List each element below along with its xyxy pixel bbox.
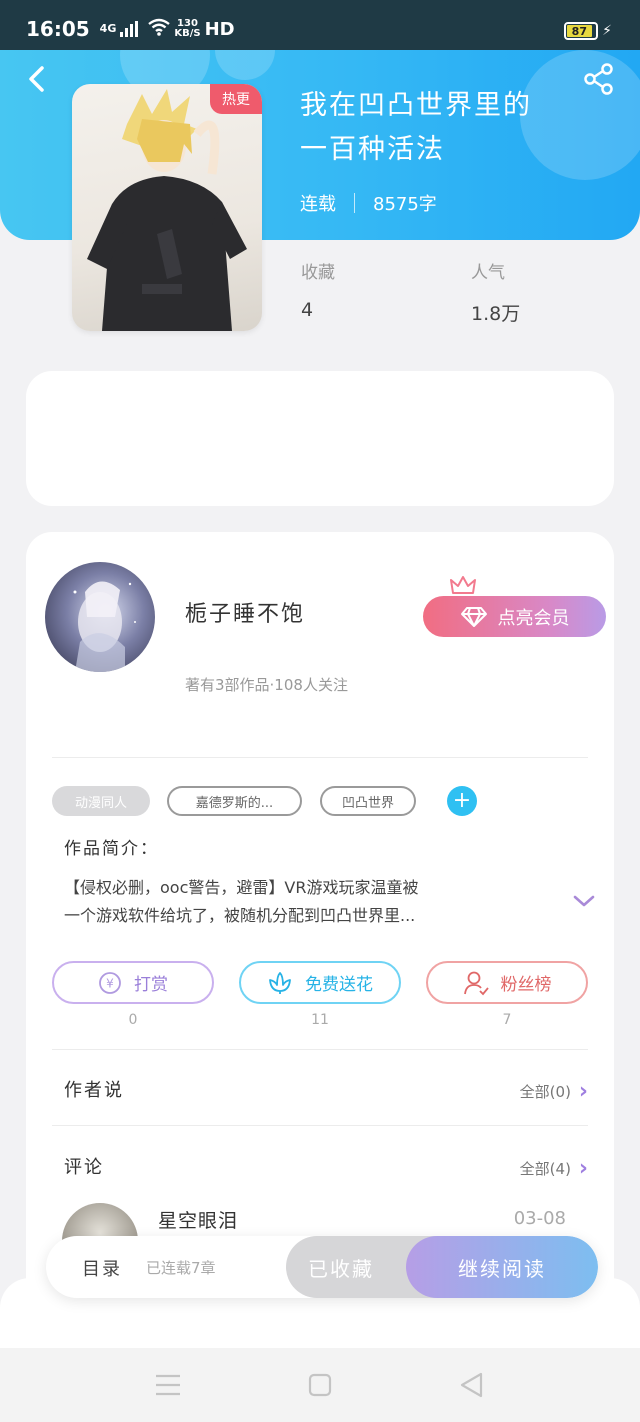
intro-title: 作品简介： <box>64 839 159 859</box>
section-divider <box>52 1125 588 1126</box>
favorited-label: 已收藏 <box>308 1256 374 1281</box>
battery-icon: 87 <box>564 22 599 40</box>
chevron-right-icon: › <box>578 1079 588 1104</box>
decor-bubble <box>215 50 275 80</box>
favorites-stat: 收藏 4 <box>301 258 335 321</box>
add-tag-button[interactable]: + <box>447 786 477 816</box>
comments-more-label: 全部(4) <box>519 1160 571 1178</box>
vip-button[interactable]: 点亮会员 <box>423 596 606 637</box>
vip-button-label: 点亮会员 <box>497 607 570 629</box>
tag-item[interactable]: 动漫同人 <box>52 786 150 816</box>
popularity-label: 人气 <box>471 263 505 283</box>
book-cover[interactable]: 热更 <box>72 84 262 331</box>
home-icon[interactable] <box>305 1370 335 1400</box>
author-avatar[interactable] <box>45 562 155 672</box>
comments-more-link[interactable]: 全部(4) › <box>520 1156 588 1181</box>
meta-divider <box>354 193 355 213</box>
chapter-progress: 已连载7章 <box>146 1259 216 1277</box>
reward-label: 打赏 <box>134 975 168 995</box>
battery-indicator: 87 ⚡ <box>564 22 612 40</box>
author-says-more-label: 全部(0) <box>519 1083 571 1101</box>
author-info: 著有3部作品·108人关注 <box>185 676 348 694</box>
word-count: 8575字 <box>373 194 437 215</box>
favorites-label: 收藏 <box>301 263 335 283</box>
flower-label: 免费送花 <box>305 975 373 995</box>
book-title-line2: 一百种活法 <box>300 134 445 165</box>
author-name[interactable]: 栀子睡不饱 <box>185 596 305 628</box>
fans-label: 粉丝榜 <box>500 975 552 995</box>
charging-icon: ⚡ <box>602 23 612 39</box>
speed-unit: KB/S <box>174 28 201 39</box>
section-divider <box>52 757 588 758</box>
network-type: 4G <box>99 22 117 35</box>
favorites-value: 4 <box>301 299 314 321</box>
chevron-right-icon: › <box>578 1156 588 1181</box>
avatar-illustration <box>73 581 136 672</box>
popularity-stat: 人气 1.8万 <box>471 258 520 326</box>
intro-line: 一个游戏软件给坑了，被随机分配到凹凸世界里... <box>64 906 416 925</box>
signal-icon <box>120 21 139 37</box>
tag-item[interactable]: 嘉德罗斯的... <box>167 786 302 816</box>
book-meta: 连载 8575字 <box>300 190 437 216</box>
wifi-icon <box>148 18 171 41</box>
section-divider <box>52 1049 588 1050</box>
reward-button[interactable]: ¥ 打赏 <box>52 961 214 1004</box>
hot-update-badge: 热更 <box>210 84 262 114</box>
book-title: 我在凹凸世界里的 一百种活法 <box>300 84 600 172</box>
popularity-value: 1.8万 <box>471 303 521 325</box>
network-speed: 130 KB/S <box>174 19 200 39</box>
continue-reading-button[interactable]: 继续阅读 <box>406 1236 598 1298</box>
book-status: 连载 <box>300 194 336 215</box>
commenter-name[interactable]: 星空眼泪 <box>158 1206 238 1233</box>
flower-count: 11 <box>311 1012 329 1028</box>
tag-item[interactable]: 凹凸世界 <box>320 786 416 816</box>
back-icon[interactable] <box>457 1370 487 1400</box>
back-button[interactable] <box>22 62 52 96</box>
comments-title: 评论 <box>64 1157 104 1178</box>
intro-text: 【侵权必删，ooc警告，避雷】VR游戏玩家温童被 一个游戏软件给坑了，被随机分配… <box>64 874 544 930</box>
table-of-contents-button[interactable]: 目录 <box>82 1255 122 1281</box>
hd-indicator: HD <box>204 18 235 40</box>
system-nav-bar <box>0 1348 640 1422</box>
blank-card <box>26 371 614 506</box>
cover-illustration <box>87 89 247 331</box>
coin-icon: ¥ <box>99 971 121 994</box>
author-says-title: 作者说 <box>64 1080 124 1101</box>
intro-line: 【侵权必删，ooc警告，避雷】VR游戏玩家温童被 <box>64 878 419 897</box>
book-title-line1: 我在凹凸世界里的 <box>300 90 532 121</box>
crown-icon <box>450 576 476 594</box>
bottom-action-bar: 目录 已连载7章 已收藏 继续阅读 <box>46 1236 598 1298</box>
fans-count: 7 <box>502 1012 512 1028</box>
comment-date: 03-08 <box>513 1208 566 1229</box>
send-flower-button[interactable]: 免费送花 <box>239 961 401 1004</box>
flower-icon <box>269 971 291 994</box>
fans-ranking-button[interactable]: 粉丝榜 <box>426 961 588 1004</box>
coin-symbol: ¥ <box>106 976 114 990</box>
reward-count: 0 <box>128 1012 138 1028</box>
status-time: 16:05 <box>26 17 90 41</box>
diamond-icon <box>460 606 487 627</box>
expand-intro-chevron-icon[interactable] <box>572 893 596 909</box>
menu-icon[interactable] <box>153 1370 183 1400</box>
battery-level: 87 <box>567 25 592 38</box>
user-icon <box>463 971 489 995</box>
author-says-more-link[interactable]: 全部(0) › <box>520 1079 588 1104</box>
